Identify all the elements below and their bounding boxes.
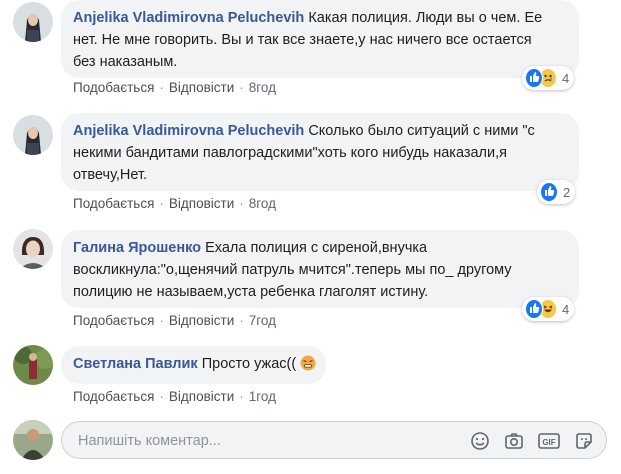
comment-time[interactable]: 8год [249,196,276,211]
avatar[interactable] [13,345,53,385]
separator: · [239,389,244,404]
reaction-count: 2 [563,184,571,200]
comment-time[interactable]: 7год [249,313,276,328]
avatar[interactable] [13,229,53,269]
comment-text: Просто ужас(( [201,356,297,372]
like-link[interactable]: Подобається [73,389,154,404]
avatar[interactable] [13,2,53,42]
emoji-icon[interactable] [470,431,490,451]
gif-icon[interactable]: GIF [538,431,560,451]
comment-bubble: Галина Ярошенко Ехала полиция с сиреной,… [61,230,579,308]
separator: · [159,389,164,404]
separator: · [159,80,164,95]
comment-bubble: Anjelika Vladimirovna Peluchevih Сколько… [61,113,579,191]
comment-actions: Подобається · Відповісти · 1год [73,389,276,404]
reply-link[interactable]: Відповісти [169,389,234,404]
reaction-summary[interactable]: 4 [522,297,574,321]
current-user-avatar[interactable] [13,420,53,460]
comment-author[interactable]: Светлана Павлик [73,356,198,372]
reaction-summary[interactable]: 4 [522,66,574,90]
like-link[interactable]: Подобається [73,80,154,95]
sticker-icon[interactable] [574,431,594,451]
avatar[interactable] [13,115,53,155]
reaction-count: 4 [562,301,570,317]
separator: · [159,313,164,328]
reaction-count: 4 [562,70,570,86]
separator: · [239,196,244,211]
comment-author[interactable]: Anjelika Vladimirovna Peluchevih [73,123,304,139]
angry-emoji-icon [300,355,316,378]
like-link[interactable]: Подобається [73,313,154,328]
like-reaction-icon [525,68,543,88]
reaction-summary[interactable]: 2 [537,180,575,204]
separator: · [239,80,244,95]
comment-time[interactable]: 8год [249,80,276,95]
comment-time[interactable]: 1год [249,389,276,404]
comment-bubble: Светлана Павлик Просто ужас(( [61,346,327,384]
comment-author[interactable]: Anjelika Vladimirovna Peluchevih [73,10,304,26]
camera-icon[interactable] [504,431,524,451]
reply-link[interactable]: Відповісти [169,313,234,328]
like-reaction-icon [525,299,543,319]
separator: · [239,313,244,328]
reply-link[interactable]: Відповісти [169,196,234,211]
comment-actions: Подобається · Відповісти · 7год [73,313,276,328]
svg-text:GIF: GIF [542,438,555,447]
comment-composer[interactable]: GIF [61,421,607,459]
comment-actions: Подобається · Відповісти · 8год [73,196,276,211]
comment-bubble: Anjelika Vladimirovna Peluchevih Какая п… [61,0,579,78]
reply-link[interactable]: Відповісти [169,80,234,95]
comment-actions: Подобається · Відповісти · 8год [73,80,276,95]
comment-input[interactable] [76,430,460,452]
comment-author[interactable]: Галина Ярошенко [73,240,201,256]
separator: · [159,196,164,211]
like-reaction-icon [540,182,558,202]
like-link[interactable]: Подобається [73,196,154,211]
